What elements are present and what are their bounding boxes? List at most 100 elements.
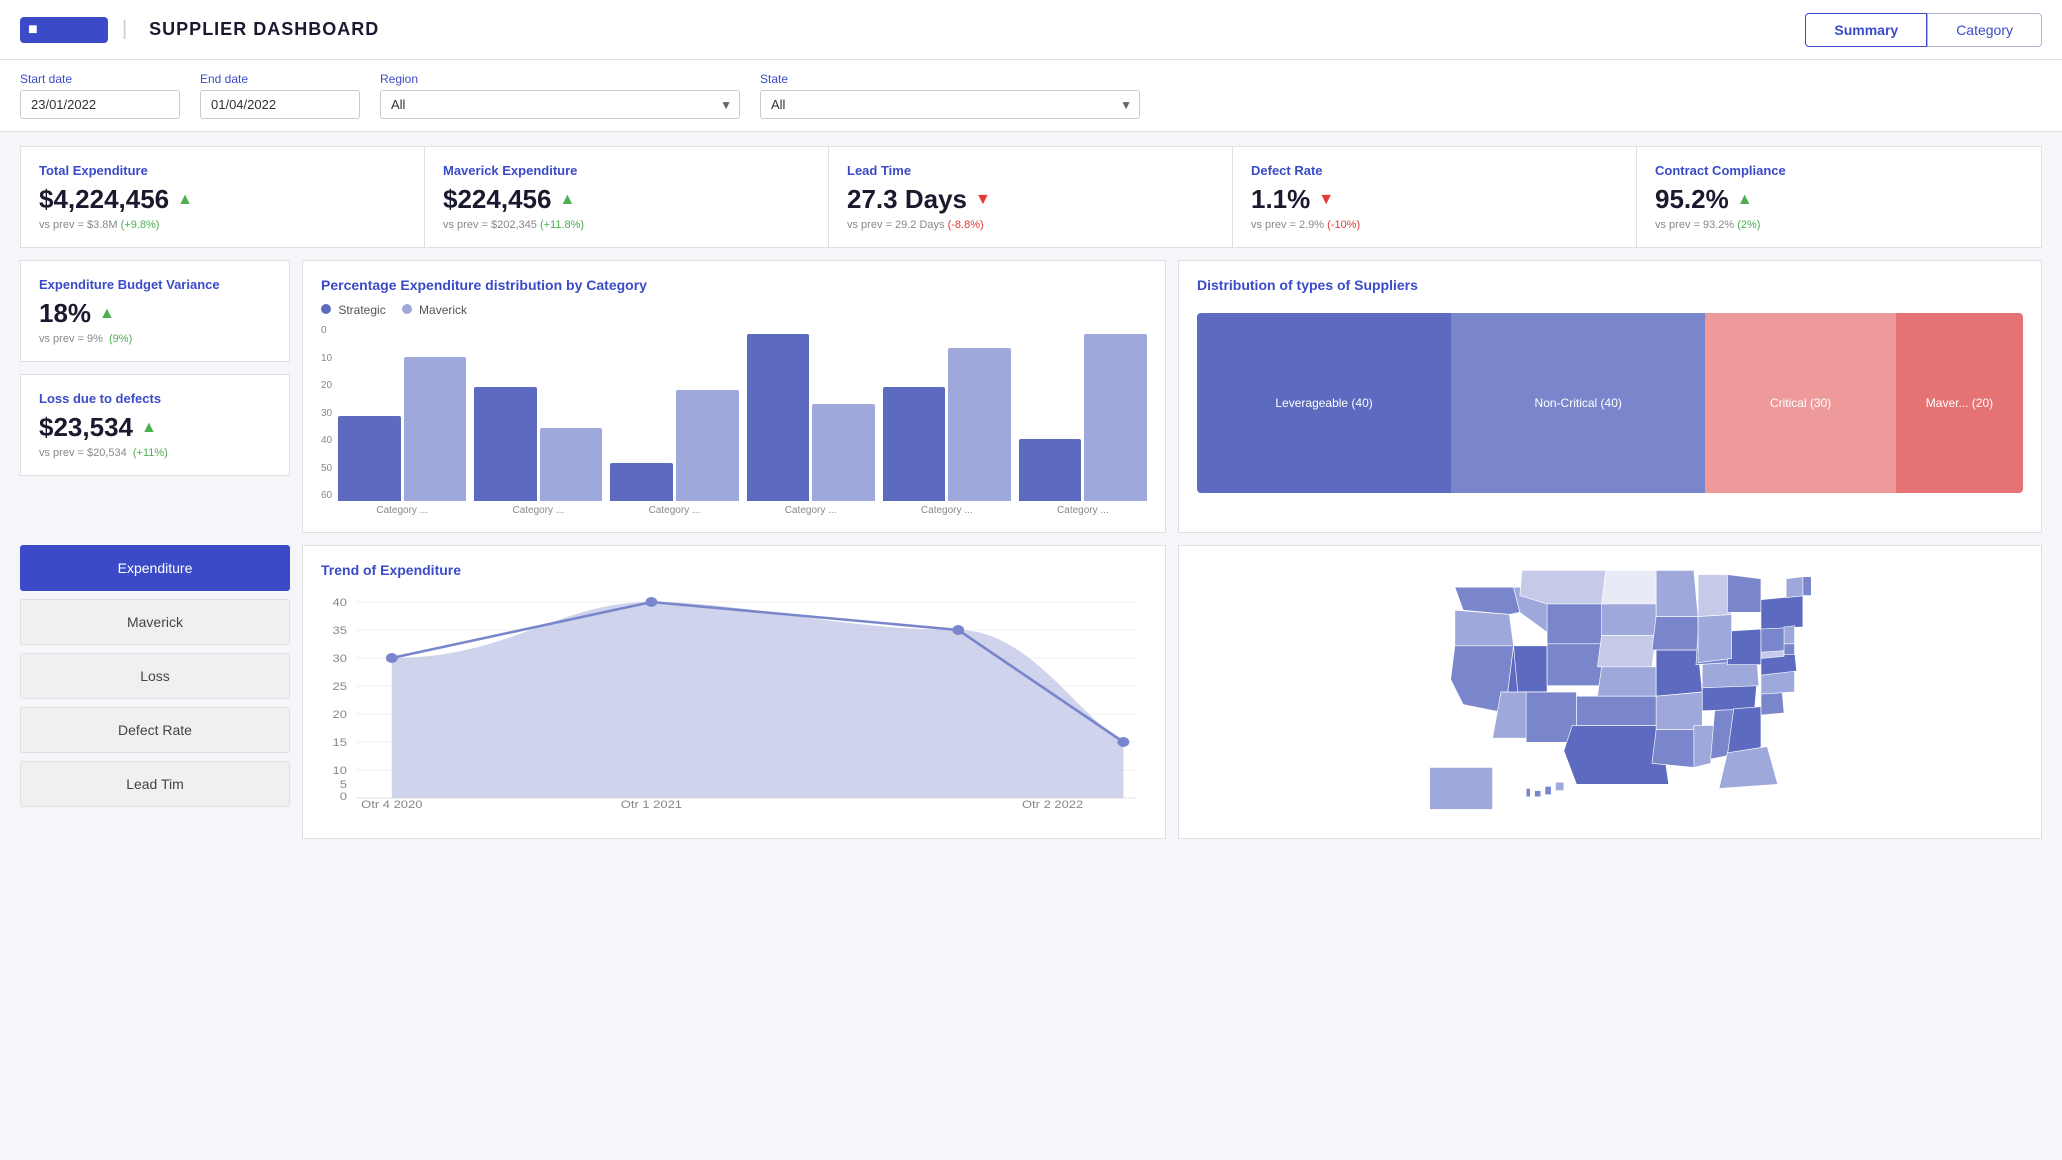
category-chart-card: Percentage Expenditure distribution by C… (302, 260, 1166, 533)
nav-button-list: Expenditure Maverick Loss Defect Rate Lead T… (20, 545, 290, 839)
maverick-dot-icon (402, 304, 412, 314)
start-date-label: Start date (20, 72, 180, 86)
kpi-sub-4: vs prev = 93.2% (2%) (1655, 219, 2023, 231)
expenditure-variance-card: Expenditure Budget Variance 18% ▲ vs pre… (20, 260, 290, 362)
loss-defects-card: Loss due to defects $23,534 ▲ vs prev = … (20, 374, 290, 476)
dist-noncritical-seg: Non-Critical (40) (1451, 313, 1705, 493)
kpi-card-0: Total Expenditure $4,224,456 ▲ vs prev =… (21, 147, 425, 247)
loss-defects-arrow-up-icon: ▲ (141, 419, 157, 437)
x-label-cat-2: Category ... (610, 505, 738, 516)
svg-text:15: 15 (333, 736, 348, 749)
expenditure-variance-value: 18% ▲ (39, 298, 271, 329)
dist-maverick-seg: Maver... (20) (1896, 313, 2023, 493)
bar-maverick-4 (948, 348, 1011, 501)
svg-text:35: 35 (333, 624, 348, 637)
nav-btn-expenditure[interactable]: Expenditure (20, 545, 290, 591)
logo-area: ■ Mokkup.ai | SUPPLIER DASHBOARD (20, 17, 379, 43)
x-label-cat-4: Category ... (883, 505, 1011, 516)
x-label-cat-1: Category ... (474, 505, 602, 516)
bar-group-0 (338, 357, 466, 501)
bar-strategic-1 (474, 387, 537, 501)
kpi-value-1: $224,456 ▲ (443, 184, 810, 215)
bar-group-3 (747, 334, 875, 501)
bar-maverick-1 (540, 428, 603, 501)
svg-text:Qtr 4 2020: Qtr 4 2020 (361, 798, 423, 808)
kpi-sub-3: vs prev = 2.9% (-10%) (1251, 219, 1618, 231)
loss-defects-title: Loss due to defects (39, 391, 271, 406)
kpi-sub-2: vs prev = 29.2 Days (-8.8%) (847, 219, 1214, 231)
nav-summary-button[interactable]: Summary (1805, 13, 1927, 47)
kpi-title-2: Lead Time (847, 163, 1214, 178)
svg-text:20: 20 (333, 708, 348, 721)
kpi-arrow-down-icon: ▼ (975, 191, 991, 209)
dist-leverageable-seg: Leverageable (40) (1197, 313, 1451, 493)
x-label-cat-5: Category ... (1019, 505, 1147, 516)
left-panel: Expenditure Budget Variance 18% ▲ vs pre… (20, 260, 290, 533)
distribution-bar: Leverageable (40) Non-Critical (40) Crit… (1197, 313, 2023, 493)
svg-text:10: 10 (333, 764, 348, 777)
header: ■ Mokkup.ai | SUPPLIER DASHBOARD Summary… (0, 0, 2062, 60)
kpi-value-2: 27.3 Days ▼ (847, 184, 1214, 215)
filter-region: Region All ▼ (380, 72, 740, 119)
region-select[interactable]: All (380, 90, 740, 119)
logo-box: ■ Mokkup.ai (20, 17, 108, 43)
nav-btn-maverick[interactable]: Maverick (20, 599, 290, 645)
distribution-card: Distribution of types of Suppliers Lever… (1178, 260, 2042, 533)
trend-chart-title: Trend of Expenditure (321, 562, 1147, 578)
region-select-wrap: All ▼ (380, 90, 740, 119)
category-chart-title: Percentage Expenditure distribution by C… (321, 277, 1147, 293)
filter-end-date: End date (200, 72, 360, 119)
kpi-value-3: 1.1% ▼ (1251, 184, 1618, 215)
kpi-title-4: Contract Compliance (1655, 163, 2023, 178)
bar-strategic-3 (747, 334, 810, 501)
x-labels: Category ... Category ... Category ... Cate… (338, 505, 1147, 516)
kpi-title-1: Maverick Expenditure (443, 163, 810, 178)
bar-chart-container: 6050403020100 Category ...Catego (321, 325, 1147, 516)
state-select[interactable]: All (760, 90, 1140, 119)
trend-chart-card: Trend of Expenditure 40 35 30 25 20 15 1… (302, 545, 1166, 839)
nav-btn-lead-tim[interactable]: Lead Tim (20, 761, 290, 807)
x-label-cat-3: Category ... (747, 505, 875, 516)
bar-maverick-2 (676, 390, 739, 501)
trend-chart-svg: 40 35 30 25 20 15 10 5 0 (321, 588, 1147, 808)
kpi-card-4: Contract Compliance 95.2% ▲ vs prev = 93… (1637, 147, 2041, 247)
header-nav: Summary Category (1805, 13, 2042, 47)
state-label: State (760, 72, 1140, 86)
x-label-cat-0: Category ... (338, 505, 466, 516)
state-select-wrap: All ▼ (760, 90, 1140, 119)
bar-group-2 (610, 390, 738, 501)
logo-icon: ■ (28, 21, 38, 39)
kpi-arrow-up-icon: ▲ (1737, 191, 1753, 209)
filter-start-date: Start date (20, 72, 180, 119)
bar-group-4 (883, 348, 1011, 501)
bar-strategic-5 (1019, 439, 1082, 501)
expenditure-variance-arrow-up-icon: ▲ (99, 305, 115, 323)
nav-btn-defect-rate[interactable]: Defect Rate (20, 707, 290, 753)
kpi-sub-1: vs prev = $202,345 (+11.8%) (443, 219, 810, 231)
dist-critical-seg: Critical (30) (1705, 313, 1896, 493)
end-date-label: End date (200, 72, 360, 86)
kpi-title-0: Total Expenditure (39, 163, 406, 178)
chart-legend: Strategic Maverick (321, 303, 1147, 317)
main-content: Total Expenditure $4,224,456 ▲ vs prev =… (0, 132, 2062, 853)
kpi-card-2: Lead Time 27.3 Days ▼ vs prev = 29.2 Day… (829, 147, 1233, 247)
y-axis: 6050403020100 (321, 325, 332, 501)
us-map-svg (1197, 562, 2023, 822)
start-date-input[interactable] (20, 90, 180, 119)
loss-defects-sub: vs prev = $20,534 (+11%) (39, 447, 271, 459)
end-date-input[interactable] (200, 90, 360, 119)
kpi-value-0: $4,224,456 ▲ (39, 184, 406, 215)
filters-bar: Start date End date Region All ▼ State A… (0, 60, 2062, 132)
filter-state: State All ▼ (760, 72, 1140, 119)
nav-category-button[interactable]: Category (1927, 13, 2042, 47)
svg-text:30: 30 (333, 652, 348, 665)
loss-defects-value: $23,534 ▲ (39, 412, 271, 443)
region-label: Region (380, 72, 740, 86)
distribution-title: Distribution of types of Suppliers (1197, 277, 2023, 293)
bar-group-1 (474, 387, 602, 501)
svg-text:Qtr 2 2022: Qtr 2 2022 (1022, 798, 1084, 808)
svg-text:Qtr 1 2021: Qtr 1 2021 (621, 798, 683, 808)
nav-btn-loss[interactable]: Loss (20, 653, 290, 699)
kpi-title-3: Defect Rate (1251, 163, 1618, 178)
legend-strategic: Strategic (321, 303, 386, 317)
